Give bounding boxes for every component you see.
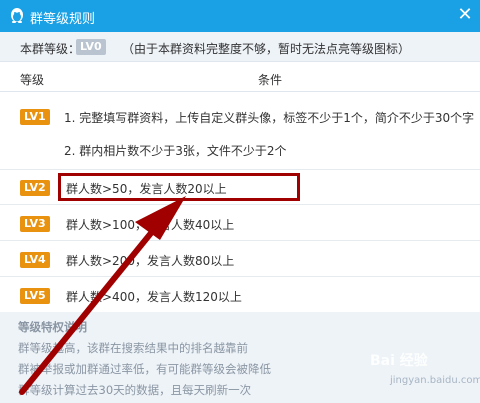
- watermark: Bai 经验: [370, 353, 428, 369]
- annotation-arrow: [19, 196, 186, 395]
- watermark-url: jingyan.baidu.com: [390, 375, 480, 386]
